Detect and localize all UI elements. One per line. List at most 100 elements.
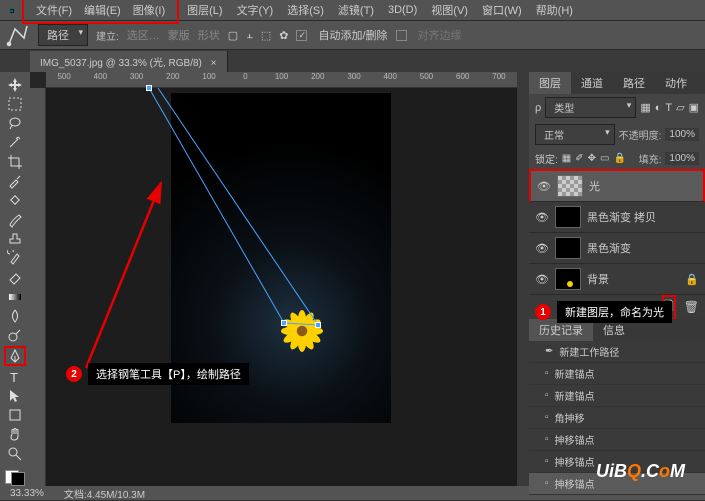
color-swatches[interactable] (5, 470, 25, 486)
visibility-toggle[interactable]: 👁 (535, 273, 549, 286)
wand-tool[interactable] (4, 134, 26, 151)
move-tool[interactable] (4, 76, 26, 93)
layer-thumb (555, 268, 581, 290)
layer-thumb (557, 175, 583, 197)
close-tab-icon[interactable]: × (211, 58, 217, 69)
menu-3d[interactable]: 3D(D) (382, 2, 423, 18)
pen-tool[interactable] (4, 346, 26, 366)
make-mask-button[interactable]: 蒙版 (168, 27, 190, 43)
filter-pixel-icon[interactable]: ▦ (640, 101, 650, 114)
menu-window[interactable]: 窗口(W) (476, 0, 528, 20)
menu-image[interactable]: 图像(I) (127, 0, 171, 20)
path-ops-icon[interactable]: ▢ (228, 29, 238, 42)
auto-add-delete-checkbox[interactable] (296, 30, 307, 41)
zoom-level[interactable]: 33.33% (10, 488, 44, 499)
layer-row-guang[interactable]: 👁 光 (529, 169, 705, 202)
lasso-tool[interactable] (4, 115, 26, 132)
tab-channels[interactable]: 通道 (571, 72, 613, 94)
anchor-point[interactable] (146, 85, 152, 91)
blend-mode-dropdown[interactable]: 正常 (535, 124, 615, 145)
layer-row[interactable]: 👁 黑色渐变 拷贝 (529, 202, 705, 233)
layer-row[interactable]: 👁 背景 🔒 (529, 264, 705, 295)
lock-pixel-icon[interactable]: ✐ (575, 153, 583, 164)
document-tab[interactable]: IMG_5037.jpg @ 33.3% (光, RGB/8) × (30, 51, 228, 72)
doc-size: 文档:4.45M/10.3M (64, 486, 145, 501)
history-item[interactable]: ▫抻移锚点 (529, 429, 705, 451)
lock-indicator-icon: 🔒 (685, 273, 699, 286)
filter-kind-icon[interactable]: ρ (535, 102, 541, 114)
path-align-icon[interactable]: ⫠ (246, 29, 253, 42)
menu-edit[interactable]: 编辑(E) (78, 0, 127, 20)
lock-pos-icon[interactable]: ✥ (588, 153, 596, 164)
visibility-toggle[interactable]: 👁 (535, 211, 549, 224)
pen-mode-dropdown[interactable]: 路径 (38, 24, 88, 46)
hand-tool[interactable] (4, 426, 26, 443)
history-item[interactable]: ▫新建锚点 (529, 363, 705, 385)
layer-thumb (555, 237, 581, 259)
filter-adj-icon[interactable]: ◐ (655, 102, 662, 114)
path-arrange-icon[interactable]: ⬚ (261, 29, 271, 42)
tab-layers[interactable]: 图层 (529, 72, 571, 94)
callout-text-2: 选择钢笔工具【P】，绘制路径 (88, 363, 249, 385)
path-select-tool[interactable] (4, 387, 26, 404)
toolbox: T (0, 72, 30, 486)
marquee-tool[interactable] (4, 95, 26, 112)
lock-artboard-icon[interactable]: ▭ (600, 153, 609, 164)
opacity-value[interactable]: 100% (665, 128, 699, 141)
crop-tool[interactable] (4, 153, 26, 170)
menu-help[interactable]: 帮助(H) (530, 0, 579, 20)
make-label: 建立: (96, 28, 119, 43)
layers-panel-tabs: 图层 通道 路径 动作 (529, 72, 705, 94)
lock-icon[interactable]: 🔒 (613, 153, 625, 164)
filter-type-icon[interactable]: T (665, 102, 672, 114)
menu-view[interactable]: 视图(V) (425, 0, 474, 20)
anchor-point[interactable] (281, 320, 287, 326)
menu-select[interactable]: 选择(S) (281, 0, 330, 20)
brush-tool[interactable] (4, 211, 26, 228)
eraser-tool[interactable] (4, 269, 26, 286)
history-brush-tool[interactable] (4, 250, 26, 267)
ruler-vertical (30, 88, 46, 486)
heal-tool[interactable] (4, 192, 26, 209)
gradient-tool[interactable] (4, 288, 26, 305)
make-selection-button[interactable]: 选区… (127, 27, 160, 43)
gear-icon[interactable]: ✿ (279, 29, 288, 42)
filter-smart-icon[interactable]: ▣ (689, 101, 699, 114)
annotation-arrow (86, 183, 161, 368)
filter-shape-icon[interactable]: ▱ (676, 101, 684, 114)
fill-label: 填充: (639, 151, 662, 166)
menu-type[interactable]: 文字(Y) (231, 0, 280, 20)
layer-row[interactable]: 👁 黑色渐变 (529, 233, 705, 264)
dodge-tool[interactable] (4, 327, 26, 344)
menu-layer[interactable]: 图层(L) (181, 0, 228, 20)
shape-tool[interactable] (4, 407, 26, 424)
menu-file[interactable]: 文件(F) (30, 0, 78, 20)
history-item[interactable]: ▫角抻移 (529, 407, 705, 429)
tab-paths[interactable]: 路径 (613, 72, 655, 94)
history-item[interactable]: ✒新建工作路径 (529, 341, 705, 363)
menu-filter[interactable]: 滤镜(T) (332, 0, 380, 20)
watermark: UiBQ.CoM (596, 461, 685, 482)
visibility-toggle[interactable]: 👁 (535, 242, 549, 255)
zoom-tool[interactable] (4, 445, 26, 462)
lock-all-icon[interactable]: ▦ (562, 153, 571, 164)
eyedropper-tool[interactable] (4, 172, 26, 189)
filter-kind-dropdown[interactable]: 类型 (545, 97, 636, 118)
callout-text-1: 新建图层，命名为光 (557, 301, 672, 323)
canvas-area[interactable]: 5004003002001000100200300400500600700 (30, 72, 517, 486)
layer-thumb (555, 206, 581, 228)
history-item[interactable]: ▫新建锚点 (529, 385, 705, 407)
tab-actions[interactable]: 动作 (655, 72, 697, 94)
delete-layer-icon[interactable]: 🗑 (684, 300, 699, 314)
stamp-tool[interactable] (4, 230, 26, 247)
align-edges-checkbox[interactable] (396, 30, 407, 41)
anchor-point[interactable] (315, 322, 321, 328)
fill-value[interactable]: 100% (665, 152, 699, 165)
layer-name: 黑色渐变 拷贝 (587, 209, 656, 225)
make-shape-button[interactable]: 形状 (198, 27, 220, 43)
visibility-toggle[interactable]: 👁 (537, 180, 551, 193)
callout-1: 1 新建图层，命名为光 (529, 295, 678, 329)
callout-badge-2: 2 (66, 366, 82, 382)
blur-tool[interactable] (4, 307, 26, 324)
type-tool[interactable]: T (4, 368, 26, 385)
